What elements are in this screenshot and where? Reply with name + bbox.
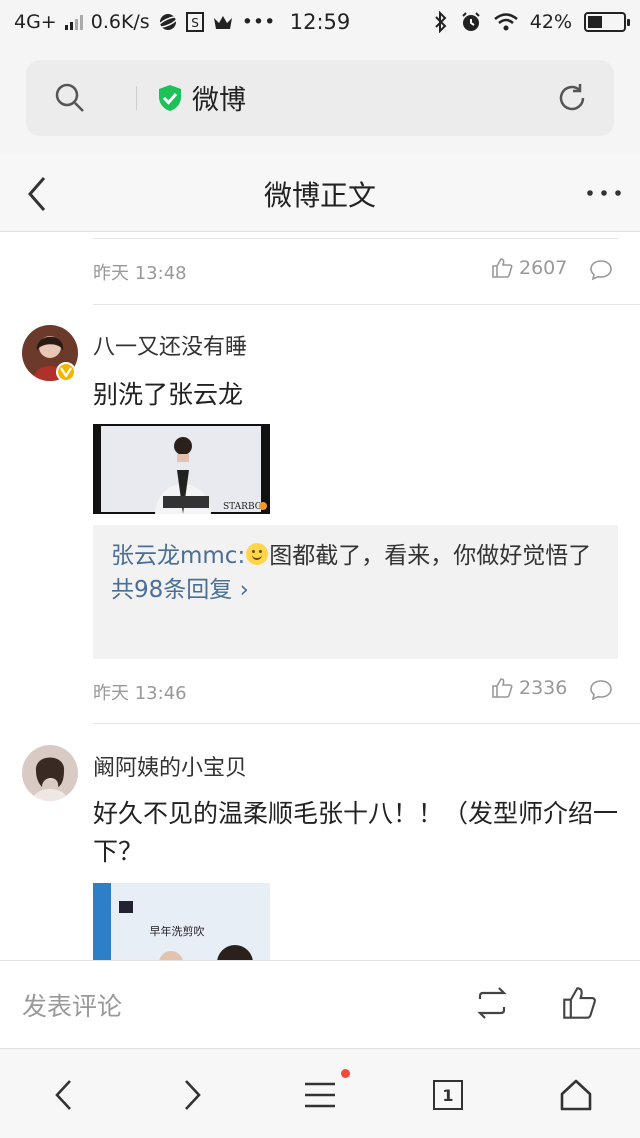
like-button[interactable]: 2607 [491, 257, 567, 279]
comment-bar: 发表评论 [0, 960, 640, 1048]
search-icon[interactable] [54, 82, 86, 114]
battery-icon [584, 12, 630, 32]
thumbs-up-icon [492, 258, 513, 278]
reply-text: 图都截了，看来，你做好觉悟了 [269, 543, 592, 569]
reply-icon[interactable] [589, 679, 613, 701]
comment-divider [93, 304, 640, 305]
comment-meta: 昨天 13:48 2607 [93, 253, 618, 293]
page-header: 微博正文 [0, 154, 640, 232]
home-icon [560, 1079, 592, 1111]
nav-menu-button[interactable] [300, 1075, 340, 1115]
more-options-button[interactable] [582, 178, 626, 208]
status-bar: 4G+ 0.6K/s S ••• 12:59 42% [0, 0, 640, 44]
browser-nav-bar: 1 [0, 1048, 640, 1138]
chevron-right-icon [185, 1080, 201, 1110]
nav-tabs-button[interactable]: 1 [428, 1075, 468, 1115]
battery-percent: 42% [529, 11, 572, 33]
comment-username[interactable]: 阚阿姨的小宝贝 [93, 750, 247, 782]
comment-input[interactable]: 发表评论 [22, 987, 122, 1023]
repost-button[interactable] [474, 987, 510, 1019]
comment-time: 昨天 13:46 [93, 683, 187, 704]
avatar[interactable] [22, 745, 78, 801]
shield-check-icon [159, 85, 181, 111]
s-app-icon: S [185, 12, 204, 32]
nav-forward-button[interactable] [172, 1075, 212, 1115]
tab-count: 1 [433, 1080, 463, 1110]
thumbs-up-icon [492, 678, 513, 698]
address-divider [136, 86, 137, 110]
wifi-icon [493, 13, 518, 31]
browser-toolbar: 微博 [0, 44, 640, 154]
notification-dot [341, 1069, 350, 1078]
network-speed: 0.6K/s [90, 11, 150, 33]
like-count: 2336 [519, 677, 568, 699]
menu-icon [305, 1082, 335, 1108]
alarm-icon [462, 12, 480, 31]
comment-text: 好久不见的温柔顺毛张十八！！（发型师介绍一下？ [93, 799, 619, 866]
crown-icon [213, 16, 232, 29]
bluetooth-icon [435, 11, 447, 33]
signal-icon [64, 14, 83, 30]
smile-emoji-icon [246, 543, 269, 565]
comment-username[interactable]: 八一又还没有睡 [93, 329, 247, 361]
comment-time: 昨天 13:48 [93, 263, 187, 284]
like-count: 2607 [519, 257, 568, 279]
image-watermark: STARBO [223, 502, 262, 512]
comment-list[interactable]: 昨天 13:48 2607 八一又还没有睡 别洗了张云龙 STARBO 张云龙m… [0, 233, 640, 960]
planet-icon [157, 14, 178, 30]
like-post-button[interactable] [561, 985, 597, 1021]
reply-icon[interactable] [589, 259, 613, 281]
image-caption: 早年洗剪吹 [150, 924, 205, 938]
verified-badge [56, 362, 76, 382]
site-name: 微博 [192, 85, 246, 116]
chevron-right-icon: › [232, 577, 249, 603]
reply-preview[interactable]: 张云龙mmc: 图都截了，看来，你做好觉悟了 共98条回复 › [93, 525, 618, 659]
more-status-icon: ••• [241, 11, 276, 33]
address-bar[interactable]: 微博 [26, 60, 614, 136]
comment-divider [93, 723, 640, 724]
comment-image[interactable]: STARBO [93, 424, 270, 514]
previous-comment-edge [93, 233, 618, 239]
comment-text: 别洗了张云龙 [93, 380, 244, 409]
refresh-icon[interactable] [556, 82, 588, 114]
nav-home-button[interactable] [556, 1075, 596, 1115]
page-title: 微博正文 [263, 179, 376, 212]
nav-back-button[interactable] [44, 1075, 84, 1115]
like-button[interactable]: 2336 [491, 677, 567, 699]
reply-count-link[interactable]: 共98条回复 › [111, 573, 600, 607]
network-type: 4G+ [14, 11, 57, 33]
comment-meta: 昨天 13:46 2336 [93, 673, 618, 713]
svg-text:S: S [191, 16, 199, 30]
chevron-left-icon [55, 1080, 71, 1110]
reply-username[interactable]: 张云龙mmc: [111, 543, 245, 569]
comment-image[interactable]: 早年洗剪吹 [93, 883, 270, 960]
